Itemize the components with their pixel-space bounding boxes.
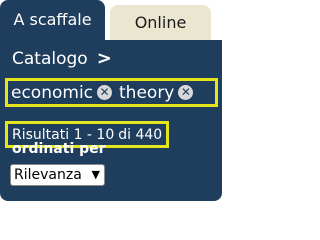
chevron-right-icon: > [96,48,112,69]
sort-selected-value: Rilevanza [14,167,82,183]
tab-a-scaffale[interactable]: A scaffale [0,0,105,42]
sort-select[interactable]: Rilevanza ▼ [10,164,105,186]
catalog-link[interactable]: Catalogo > [12,48,112,69]
close-circle-icon[interactable]: ✕ [97,85,113,100]
results-total: di 440 [118,126,163,143]
search-term-theory: theory ✕ [119,82,194,103]
search-terms-box: economic ✕ theory ✕ [5,78,218,107]
chevron-down-icon: ▼ [91,168,100,181]
catalog-panel: Catalogo > economic ✕ theory ✕ Risultati… [0,40,222,201]
close-circle-icon[interactable]: ✕ [178,85,194,100]
search-term-label: theory [119,82,175,103]
search-terms: economic ✕ theory ✕ [11,81,194,104]
tab-online[interactable]: Online [110,5,211,42]
search-term-economic: economic ✕ [11,82,113,103]
tabs-bar: A scaffale Online [0,0,222,42]
search-term-label: economic [11,82,94,103]
catalog-label: Catalogo [12,48,88,69]
sort-label: ordinati per [12,141,106,157]
